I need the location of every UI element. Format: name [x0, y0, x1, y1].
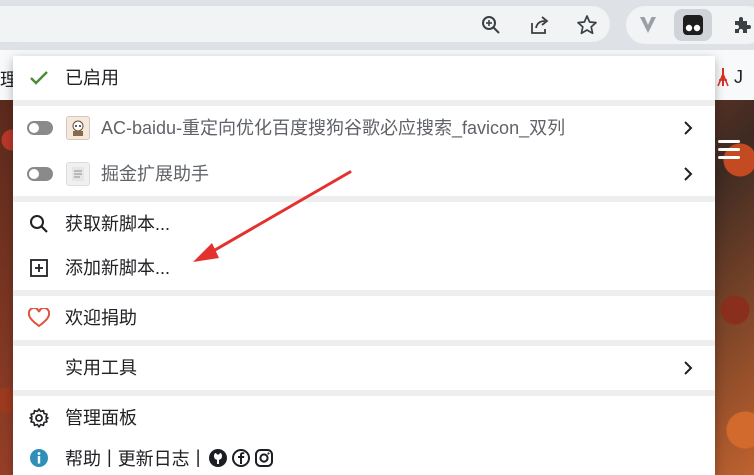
- gear-icon: [25, 396, 53, 440]
- link-separator: |: [107, 447, 112, 467]
- tampermonkey-icon[interactable]: [681, 13, 705, 37]
- info-icon: [25, 440, 53, 475]
- utilities-section: 实用工具: [13, 346, 715, 390]
- script-toggle-switch[interactable]: [27, 121, 53, 135]
- add-new-script-label: 添加新脚本...: [65, 258, 171, 278]
- donate-section: 欢迎捐助: [13, 296, 715, 340]
- script-toggle-switch[interactable]: [27, 167, 53, 181]
- donate-item[interactable]: 欢迎捐助: [13, 296, 715, 340]
- enabled-toggle-row[interactable]: 已启用: [13, 56, 715, 100]
- help-link[interactable]: 帮助: [65, 445, 101, 471]
- facebook-icon[interactable]: [231, 448, 251, 468]
- bookmark-label: J: [734, 66, 743, 87]
- help-links: 帮助 | 更新日志 |: [65, 440, 274, 475]
- dashboard-label: 管理面板: [65, 408, 137, 428]
- help-footer-row: 帮助 | 更新日志 |: [13, 440, 715, 475]
- social-links: [208, 448, 274, 468]
- utilities-label: 实用工具: [65, 358, 137, 378]
- browser-toolbar: [0, 0, 754, 50]
- scripts-section: AC-baidu-重定向优化百度搜狗谷歌必应搜索_favicon_双列 掘金扩展…: [13, 106, 715, 196]
- antenna-icon: [717, 68, 729, 87]
- address-bar[interactable]: [0, 6, 610, 42]
- plus-square-icon: [25, 246, 53, 290]
- page-hamburger-icon[interactable]: [718, 140, 740, 164]
- github-icon[interactable]: [208, 448, 228, 468]
- get-new-script-item[interactable]: 获取新脚本...: [13, 202, 715, 246]
- enabled-label: 已启用: [65, 68, 119, 88]
- heart-icon: [25, 296, 53, 340]
- donate-label: 欢迎捐助: [65, 308, 137, 328]
- chevron-right-icon: [681, 346, 695, 390]
- script-item-juejin[interactable]: 掘金扩展助手: [13, 152, 715, 196]
- actions-section: 获取新脚本... 添加新脚本...: [13, 202, 715, 290]
- link-separator: |: [195, 447, 201, 467]
- script-name-juejin: 掘金扩展助手: [101, 164, 209, 184]
- enabled-section: 已启用: [13, 56, 715, 100]
- script-item-ac-baidu[interactable]: AC-baidu-重定向优化百度搜狗谷歌必应搜索_favicon_双列: [13, 106, 715, 150]
- chevron-right-icon: [681, 152, 695, 196]
- get-new-script-label: 获取新脚本...: [65, 214, 171, 234]
- changelog-link[interactable]: 更新日志: [118, 445, 190, 471]
- ac-baidu-favicon-icon: [66, 116, 90, 140]
- extensions-puzzle-icon[interactable]: [730, 13, 754, 37]
- checkmark-icon: [25, 56, 53, 100]
- instagram-icon[interactable]: [254, 448, 274, 468]
- share-icon[interactable]: [527, 13, 551, 37]
- add-new-script-item[interactable]: 添加新脚本...: [13, 246, 715, 290]
- juejin-favicon-icon: [66, 162, 90, 186]
- bookmark-star-icon[interactable]: [575, 13, 599, 37]
- zoom-icon[interactable]: [479, 13, 503, 37]
- utilities-item[interactable]: 实用工具: [13, 346, 715, 390]
- dashboard-item[interactable]: 管理面板: [13, 396, 715, 440]
- bookmark-item-right[interactable]: J: [716, 62, 754, 92]
- tampermonkey-menu: 已启用 AC-baidu-重定向优化百度搜狗谷歌必应搜索_favicon_双列 …: [13, 56, 715, 475]
- bottom-section: 管理面板 帮助 | 更新日志 |: [13, 396, 715, 475]
- chevron-right-icon: [681, 106, 695, 150]
- search-icon: [25, 202, 53, 246]
- script-name-ac-baidu: AC-baidu-重定向优化百度搜狗谷歌必应搜索_favicon_双列: [101, 118, 566, 138]
- vivaldi-extension-icon[interactable]: [636, 13, 660, 37]
